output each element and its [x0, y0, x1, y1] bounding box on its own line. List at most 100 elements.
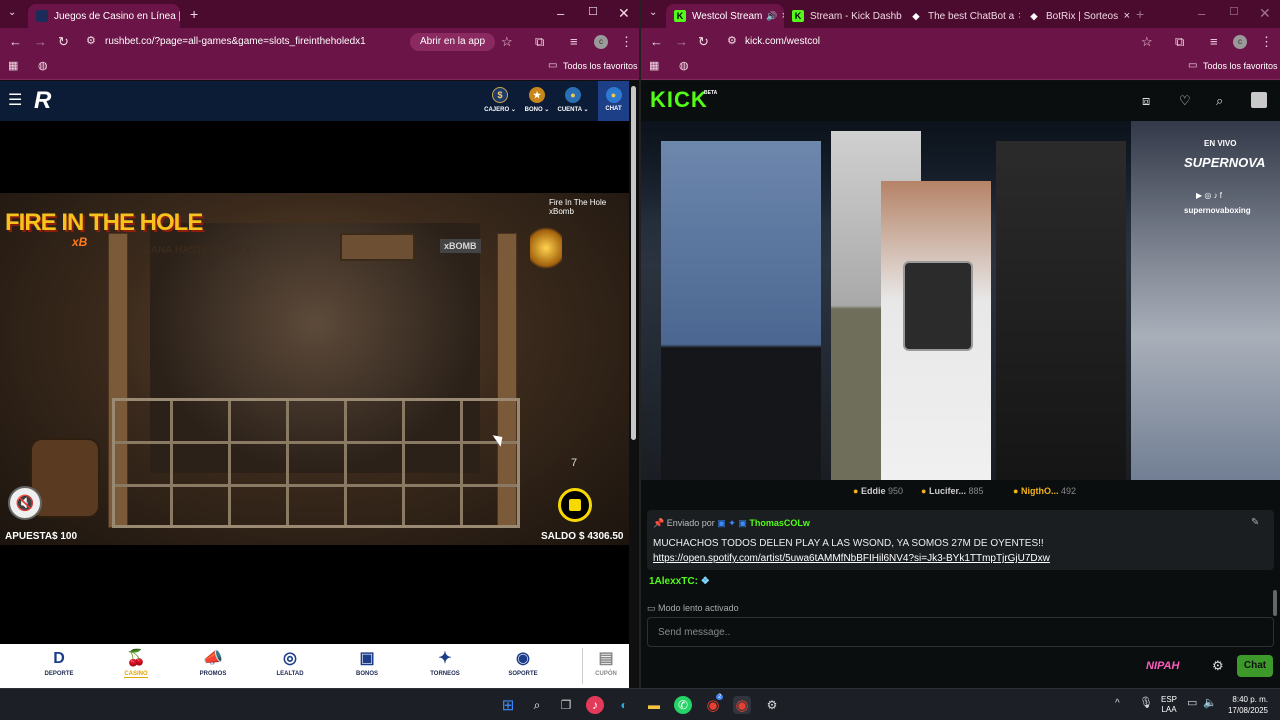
tab-rushbet[interactable]: Juegos de Casino en Línea | Ca ×: [28, 4, 180, 28]
sound-muted-icon[interactable]: 🔇: [8, 486, 42, 520]
tab-botrix[interactable]: ◆ BotRix | Sorteos ×: [1020, 4, 1138, 28]
minimize-icon[interactable]: –: [1198, 7, 1205, 20]
reload-icon[interactable]: ↻: [58, 35, 69, 48]
language-indicator[interactable]: ESP LAA: [1161, 695, 1177, 715]
nav-promos[interactable]: 📣 PROMOS: [183, 650, 243, 677]
casino-icon: 🍒: [126, 650, 146, 667]
cajero-button[interactable]: $ CAJERO ⌄: [484, 87, 516, 113]
unpin-icon[interactable]: ✎: [1251, 517, 1259, 528]
music-app-icon[interactable]: ♪: [586, 696, 604, 714]
site-info-icon[interactable]: ⚙: [86, 36, 96, 47]
nav-torneos[interactable]: ✦ TORNEOS: [415, 650, 475, 677]
chat-scrollbar[interactable]: [1273, 590, 1277, 616]
nav-deporte[interactable]: D DEPORTE: [29, 650, 89, 677]
network-icon[interactable]: ▭: [1187, 698, 1197, 709]
tab-chatbot[interactable]: ◆ The best ChatBot a ×: [902, 4, 1020, 28]
forward-icon[interactable]: →: [675, 35, 688, 48]
spotify-link[interactable]: https://open.spotify.com/artist/5uwa6tAM…: [653, 553, 1050, 564]
nav-soporte[interactable]: ◉ SOPORTE: [493, 650, 553, 677]
search-icon[interactable]: ⌕: [1216, 94, 1223, 107]
close-window-icon[interactable]: ✕: [1259, 6, 1271, 20]
chat-button[interactable]: ● CHAT: [598, 81, 629, 121]
windows-taskbar: ⊞ ⌕ ❐ ♪ ◐ ▬ ✆ ◉ 2 ◉ ⚙ ^ ESP LAA 🎙 ▭ 🔈 8:4…: [0, 688, 1280, 720]
media-icon[interactable]: ≡: [1210, 35, 1218, 48]
site-info-icon[interactable]: ⚙: [727, 36, 737, 47]
forward-icon[interactable]: →: [34, 35, 47, 48]
all-bookmarks-link[interactable]: Todos los favoritos: [563, 61, 638, 71]
address-bar[interactable]: kick.com/westcol: [745, 33, 820, 51]
tab-kick-dashboard[interactable]: K Stream - Kick Dashb ×: [784, 4, 902, 28]
bono-button[interactable]: ★ BONO ⌄: [521, 87, 553, 113]
edge-icon[interactable]: ◐: [615, 696, 633, 714]
follow-heart-icon[interactable]: ♡: [1179, 94, 1191, 107]
nav-label: SOPORTE: [508, 671, 538, 677]
media-icon[interactable]: ≡: [570, 35, 578, 48]
maximize-icon[interactable]: ☐: [1229, 7, 1239, 18]
all-bookmarks-link[interactable]: Todos los favoritos: [1203, 61, 1278, 71]
tab-westcol[interactable]: K Westcol Stream 🔊 ×: [666, 4, 784, 28]
chat-label: CHAT: [605, 106, 622, 112]
tab-search-icon[interactable]: ⌄: [8, 8, 16, 18]
settings-icon[interactable]: ⚙: [763, 696, 781, 714]
chat-send-button[interactable]: Chat: [1237, 655, 1273, 677]
chat-username[interactable]: 1AlexxTC:: [649, 576, 698, 587]
stream-video-player[interactable]: EN VIVO SUPERNOVA ▶ ◎ ♪ f supernovaboxin…: [641, 121, 1280, 480]
speaker-icon[interactable]: 🔊: [762, 11, 777, 22]
settings-gear-icon[interactable]: ⚙: [1212, 659, 1224, 672]
nav-casino[interactable]: 🍒 CASINO: [106, 650, 166, 678]
apps-grid-icon[interactable]: ▦: [649, 61, 659, 72]
theater-mode-icon[interactable]: ⧈: [1142, 94, 1150, 107]
file-explorer-icon[interactable]: ▬: [645, 696, 663, 714]
search-icon[interactable]: ⌕: [528, 696, 546, 714]
apps-grid-icon[interactable]: ▦: [8, 61, 18, 72]
volume-icon[interactable]: 🔈: [1203, 698, 1217, 709]
task-view-icon[interactable]: ❐: [557, 696, 575, 714]
address-bar[interactable]: rushbet.co/?page=all-games&game=slots_fi…: [105, 33, 366, 51]
championship-belt: [903, 261, 973, 351]
clock[interactable]: 8:40 p. m. 17/08/2025: [1224, 694, 1268, 716]
close-window-icon[interactable]: ✕: [618, 6, 630, 20]
windows-start-icon[interactable]: ⊞: [499, 696, 517, 714]
menu-icon[interactable]: ⋮: [620, 35, 633, 48]
nipah-logo[interactable]: NIPAH: [1146, 660, 1179, 672]
leader-name: Lucifer...: [928, 486, 966, 496]
hamburger-menu-icon[interactable]: ☰: [8, 93, 22, 109]
new-tab-icon[interactable]: +: [1136, 7, 1144, 21]
tray-chevron-icon[interactable]: ^: [1115, 699, 1120, 709]
profile-avatar[interactable]: c: [1233, 35, 1247, 49]
reload-icon[interactable]: ↻: [698, 35, 709, 48]
new-tab-icon[interactable]: +: [190, 7, 198, 21]
chrome-active-icon[interactable]: ◉: [733, 696, 751, 714]
cuenta-button[interactable]: ● CUENTA ⌄: [557, 87, 589, 113]
menu-icon[interactable]: ⋮: [1260, 35, 1273, 48]
globe-icon[interactable]: ◍: [679, 61, 689, 72]
spin-stop-button[interactable]: [558, 488, 592, 522]
microphone-icon[interactable]: 🎙: [1139, 698, 1153, 709]
maximize-icon[interactable]: ☐: [588, 7, 598, 18]
extensions-icon[interactable]: ⧉: [535, 35, 544, 48]
back-icon[interactable]: ←: [650, 35, 663, 48]
rushbet-logo[interactable]: R: [34, 87, 51, 115]
user-avatar[interactable]: [1251, 92, 1267, 108]
pinned-user[interactable]: ThomasCOLw: [749, 518, 810, 528]
minimize-icon[interactable]: –: [557, 7, 564, 20]
kick-logo[interactable]: KICK: [650, 87, 708, 113]
nav-cupon[interactable]: ▤ CUPÓN: [576, 650, 636, 677]
back-icon[interactable]: ←: [9, 35, 22, 48]
extensions-icon[interactable]: ⧉: [1175, 35, 1184, 48]
close-icon[interactable]: ×: [1120, 10, 1130, 22]
page-scrollbar[interactable]: [631, 86, 636, 440]
pinned-message[interactable]: 📌 Enviado por ▣ ✦ ▣ ThomasCOLw ✎ MUCHACH…: [647, 510, 1274, 570]
open-in-app-button[interactable]: Abrir en la app: [410, 33, 496, 51]
globe-icon[interactable]: ◍: [38, 61, 48, 72]
slot-game-area[interactable]: GANA HASTA 60.000 X xBOMB FIRE IN THE HO…: [0, 193, 629, 545]
profile-avatar[interactable]: c: [594, 35, 608, 49]
apuesta-value[interactable]: $ 100: [52, 531, 77, 542]
nav-bonos[interactable]: ▣ BONOS: [337, 650, 397, 677]
bookmark-star-icon[interactable]: ☆: [501, 35, 513, 48]
whatsapp-icon[interactable]: ✆: [674, 696, 692, 714]
nav-lealtad[interactable]: ◎ LEALTAD: [260, 650, 320, 677]
bookmark-star-icon[interactable]: ☆: [1141, 35, 1153, 48]
tab-search-icon[interactable]: ⌄: [649, 8, 657, 18]
send-message-input[interactable]: Send message..: [647, 617, 1274, 647]
